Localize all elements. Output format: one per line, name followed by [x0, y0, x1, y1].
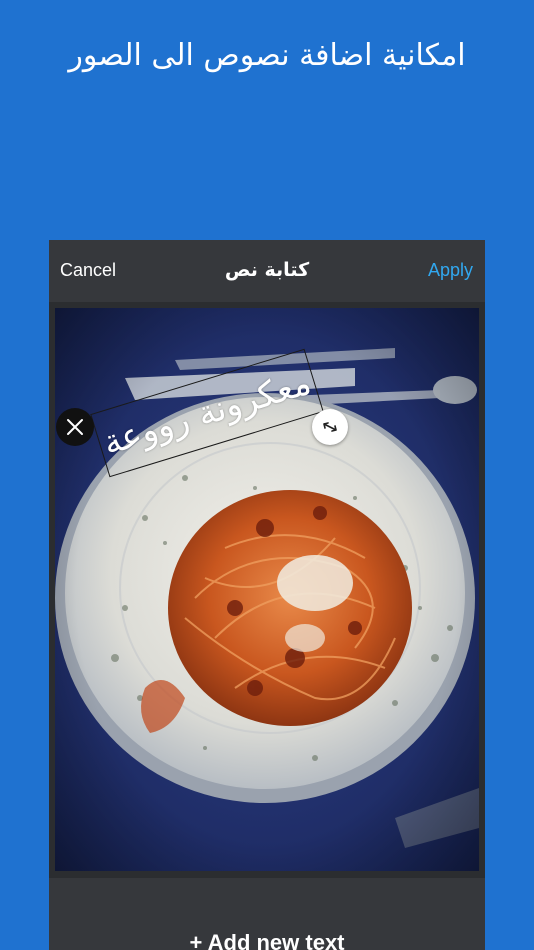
promo-headline: امكانية اضافة نصوص الى الصور [68, 38, 466, 73]
navigation-bar: Cancel كتابة نص Apply [49, 240, 485, 302]
photo-canvas[interactable]: معكرونة رووعة [55, 308, 479, 871]
resize-arrows-icon [323, 422, 337, 432]
delete-text-button[interactable] [56, 408, 94, 446]
bottom-toolbar: + Add new text [49, 878, 485, 950]
resize-text-handle[interactable] [312, 409, 348, 445]
apply-button[interactable]: Apply [428, 260, 473, 281]
text-editor-panel: Cancel كتابة نص Apply معكرونة رووعة + Ad… [49, 240, 485, 950]
page-title: كتابة نص [224, 259, 310, 281]
add-new-text-button[interactable]: + Add new text [49, 930, 485, 950]
close-icon [67, 419, 83, 435]
